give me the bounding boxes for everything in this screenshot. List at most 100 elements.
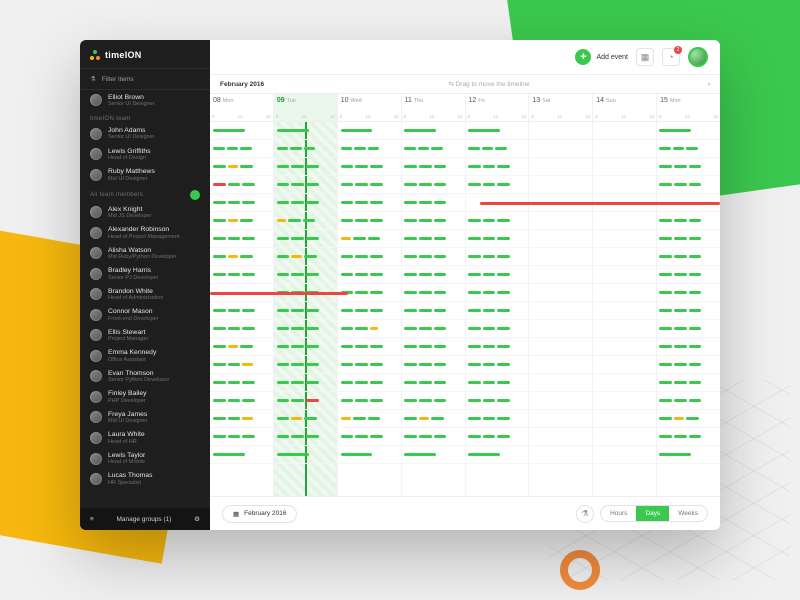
- timeline-cell[interactable]: [338, 302, 402, 319]
- event-segment[interactable]: [434, 363, 447, 366]
- timeline-cell[interactable]: [210, 356, 274, 373]
- timeline-cell[interactable]: [274, 158, 338, 175]
- event-segment[interactable]: [497, 237, 510, 240]
- view-option-days[interactable]: Days: [636, 506, 669, 521]
- timeline-cell[interactable]: [593, 356, 657, 373]
- event-segment[interactable]: [303, 219, 316, 222]
- event-segment[interactable]: [213, 417, 226, 420]
- event-segment[interactable]: [404, 453, 436, 456]
- event-segment[interactable]: [277, 273, 290, 276]
- timeline-cell[interactable]: [338, 320, 402, 337]
- timeline-cell[interactable]: [656, 446, 720, 463]
- timeline-cell[interactable]: [274, 212, 338, 229]
- add-event-button[interactable]: + Add event: [575, 49, 628, 65]
- event-segment[interactable]: [419, 399, 432, 402]
- event-segment[interactable]: [370, 381, 383, 384]
- event-segment[interactable]: [404, 183, 417, 186]
- event-segment[interactable]: [404, 273, 417, 276]
- timeline-cell[interactable]: [401, 392, 465, 409]
- event-segment[interactable]: [468, 435, 481, 438]
- timeline-cell[interactable]: [529, 374, 593, 391]
- event-segment[interactable]: [404, 381, 417, 384]
- event-segment[interactable]: [341, 147, 353, 150]
- timeline-cell[interactable]: [593, 338, 657, 355]
- event-segment[interactable]: [304, 255, 317, 258]
- event-segment[interactable]: [659, 399, 672, 402]
- event-segment[interactable]: [304, 147, 316, 150]
- timeline-cell[interactable]: [338, 428, 402, 445]
- event-segment[interactable]: [277, 129, 309, 132]
- timeline-cell[interactable]: [338, 356, 402, 373]
- event-segment[interactable]: [689, 309, 702, 312]
- event-segment[interactable]: [341, 129, 373, 132]
- event-segment[interactable]: [689, 165, 702, 168]
- event-segment[interactable]: [370, 327, 378, 330]
- event-segment[interactable]: [483, 345, 496, 348]
- event-segment[interactable]: [277, 327, 290, 330]
- event-segment[interactable]: [497, 219, 510, 222]
- event-segment[interactable]: [689, 345, 702, 348]
- sidebar-user[interactable]: Lucas ThomasHR Specialist: [80, 469, 210, 490]
- timeline-cell[interactable]: [465, 428, 529, 445]
- timeline-cell[interactable]: [529, 212, 593, 229]
- event-segment[interactable]: [370, 273, 383, 276]
- event-segment[interactable]: [355, 273, 368, 276]
- timeline-cell[interactable]: [401, 212, 465, 229]
- timeline-cell[interactable]: [338, 410, 402, 427]
- event-segment[interactable]: [277, 399, 290, 402]
- event-segment[interactable]: [355, 165, 368, 168]
- timeline-cell[interactable]: [593, 248, 657, 265]
- event-segment[interactable]: [419, 291, 432, 294]
- gear-icon[interactable]: ⚙: [194, 515, 200, 523]
- day-column[interactable]: 09 Tue81216: [273, 94, 337, 121]
- timeline-cell[interactable]: [210, 428, 274, 445]
- event-segment[interactable]: [291, 381, 304, 384]
- timeline-cell[interactable]: [593, 158, 657, 175]
- event-segment[interactable]: [468, 291, 481, 294]
- event-segment[interactable]: [686, 147, 698, 150]
- timeline-cell[interactable]: [401, 140, 465, 157]
- event-segment[interactable]: [659, 363, 672, 366]
- event-segment[interactable]: [227, 147, 239, 150]
- event-segment[interactable]: [291, 345, 304, 348]
- timeline-cell[interactable]: [656, 428, 720, 445]
- event-segment[interactable]: [674, 237, 687, 240]
- event-segment[interactable]: [213, 435, 226, 438]
- event-segment[interactable]: [355, 345, 368, 348]
- event-segment[interactable]: [468, 147, 480, 150]
- event-segment[interactable]: [291, 237, 304, 240]
- event-segment[interactable]: [434, 165, 447, 168]
- event-segment[interactable]: [483, 183, 496, 186]
- event-segment[interactable]: [497, 255, 510, 258]
- timeline-cell[interactable]: [529, 158, 593, 175]
- event-segment[interactable]: [659, 381, 672, 384]
- event-segment[interactable]: [434, 327, 447, 330]
- event-segment[interactable]: [213, 255, 226, 258]
- sidebar-user[interactable]: Laura WhiteHead of HR: [80, 428, 210, 449]
- event-segment[interactable]: [228, 399, 241, 402]
- event-segment[interactable]: [419, 417, 429, 420]
- event-segment[interactable]: [355, 435, 368, 438]
- event-segment[interactable]: [431, 147, 443, 150]
- timeline-cell[interactable]: [274, 338, 338, 355]
- event-segment[interactable]: [355, 381, 368, 384]
- event-segment[interactable]: [213, 363, 226, 366]
- event-segment[interactable]: [404, 129, 436, 132]
- timeline-cell[interactable]: [338, 140, 402, 157]
- timeline-cell[interactable]: [401, 446, 465, 463]
- event-segment[interactable]: [240, 345, 253, 348]
- timeline-cell[interactable]: [593, 320, 657, 337]
- event-segment[interactable]: [483, 291, 496, 294]
- event-segment[interactable]: [483, 381, 496, 384]
- event-segment[interactable]: [213, 345, 226, 348]
- timeline-cell[interactable]: [529, 338, 593, 355]
- event-segment[interactable]: [674, 309, 687, 312]
- sidebar-user[interactable]: Ellis StewartProject Manager: [80, 325, 210, 346]
- timeline-cell[interactable]: [210, 446, 274, 463]
- timeline-cell[interactable]: [338, 122, 402, 139]
- event-segment[interactable]: [497, 165, 510, 168]
- event-segment[interactable]: [370, 291, 383, 294]
- event-segment[interactable]: [277, 363, 290, 366]
- event-segment[interactable]: [213, 129, 245, 132]
- timeline-cell[interactable]: [593, 374, 657, 391]
